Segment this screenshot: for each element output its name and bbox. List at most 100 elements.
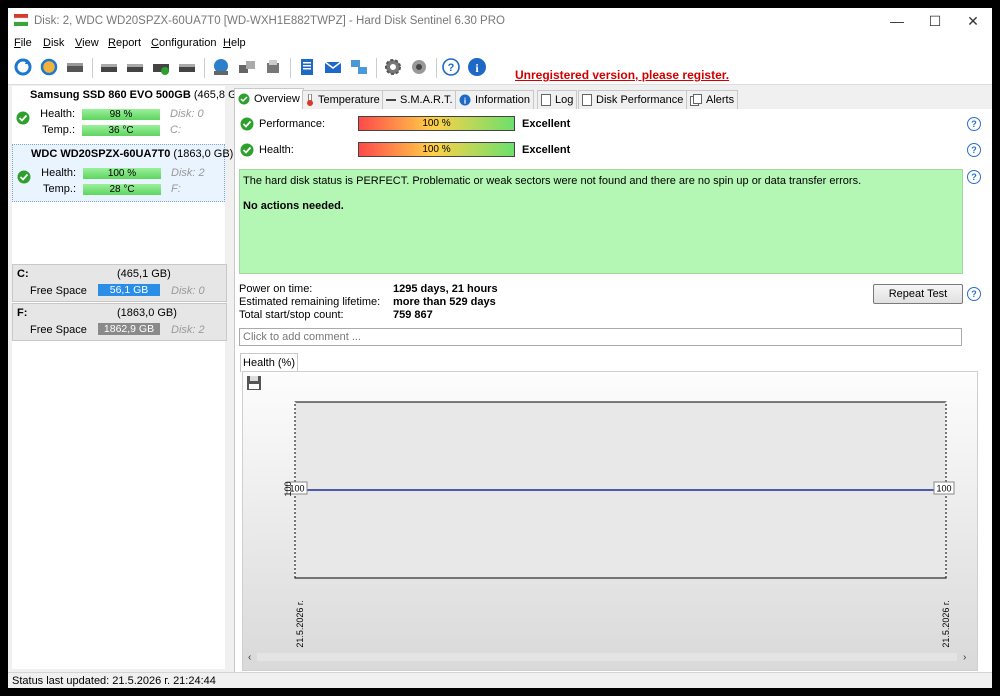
y-tick-label: 100 xyxy=(283,481,293,496)
tab-overview[interactable]: Overview xyxy=(234,88,304,109)
temp-row: Temp.: 36 °C C: xyxy=(12,124,225,138)
disk-item[interactable]: Samsung SSD 860 EVO 500GB (465,8 GB) Hea… xyxy=(12,86,248,144)
free-space-label: Free Space xyxy=(30,285,87,297)
help-icon[interactable]: ? xyxy=(967,170,981,184)
disk-number: Disk: 0 xyxy=(171,285,205,297)
health-bar: 100 % xyxy=(358,142,515,157)
actions-text: No actions needed. xyxy=(243,200,344,212)
dash-icon xyxy=(386,99,396,101)
tab-temperature[interactable]: Temperature xyxy=(302,90,384,109)
tab-label: Overview xyxy=(254,93,300,105)
startstop-label: Total start/stop count: xyxy=(239,309,344,321)
tab-health-chart[interactable]: Health (%) xyxy=(240,353,298,372)
menu-view[interactable]: View xyxy=(75,37,99,49)
disk-number: Disk: 2 xyxy=(171,324,205,336)
status-text: Status last updated: 21.5.2026 г. 21:24:… xyxy=(12,675,216,687)
power-on-label: Power on time: xyxy=(239,283,313,295)
tab-smart[interactable]: S.M.A.R.T. xyxy=(382,90,457,109)
tab-label: Log xyxy=(555,94,574,106)
alerts-icon xyxy=(690,94,702,106)
export-icon[interactable] xyxy=(262,56,284,78)
temp-label: Temp.: xyxy=(41,124,75,136)
disk-ok-icon[interactable] xyxy=(150,56,172,78)
mail-icon[interactable] xyxy=(322,56,344,78)
toolbar: ? i Unregistered version, please registe… xyxy=(8,52,992,85)
tab-alerts[interactable]: Alerts xyxy=(686,90,739,109)
scroll-left-icon[interactable]: ‹ xyxy=(248,652,251,663)
network-icon[interactable] xyxy=(348,56,370,78)
disk-warning-icon[interactable] xyxy=(98,56,120,78)
health-bar: 100 % xyxy=(83,168,161,179)
disk-list-panel: Samsung SSD 860 EVO 500GB (465,8 GB) Hea… xyxy=(12,86,248,669)
volume-item[interactable]: C: (465,1 GB) Free Space 56,1 GB Disk: 0 xyxy=(12,264,227,302)
help-icon[interactable]: ? xyxy=(440,56,462,78)
refresh-all-icon[interactable] xyxy=(38,56,60,78)
clipboard-icon[interactable] xyxy=(296,56,318,78)
settings-icon[interactable] xyxy=(382,56,404,78)
x-tick-label: 21.5.2026 г. xyxy=(941,600,951,647)
status-ok-icon xyxy=(240,143,254,157)
sound-icon[interactable] xyxy=(408,56,430,78)
tab-label: S.M.A.R.T. xyxy=(400,94,453,106)
disk-size: (1863,0 GB) xyxy=(173,148,234,160)
globe-icon[interactable] xyxy=(210,56,232,78)
disk-name: Samsung SSD 860 EVO 500GB (465,8 GB) xyxy=(30,89,248,101)
lifetime-label: Estimated remaining lifetime: xyxy=(239,296,381,308)
disk-number: Disk: 2 xyxy=(171,167,205,179)
health-bar: 98 % xyxy=(82,109,160,120)
chart-area: 100 100 100 21.5.2026 г. 21.5.2026 г. ‹ … xyxy=(242,371,978,671)
free-space-bar: 56,1 GB xyxy=(98,284,160,296)
health-row: Health: 100 % Disk: 2 xyxy=(13,167,226,181)
disk-search-icon[interactable] xyxy=(176,56,198,78)
volume-letter: C: xyxy=(17,268,29,280)
tab-log[interactable]: Log xyxy=(537,90,578,109)
disk-number: Disk: 0 xyxy=(170,108,204,120)
comment-field[interactable]: Click to add comment ... xyxy=(239,328,962,346)
menu-bar: File Disk View Report Configuration Help xyxy=(8,34,992,52)
volume-item[interactable]: F: (1863,0 GB) Free Space 1862,9 GB Disk… xyxy=(12,303,227,341)
health-label: Health: xyxy=(259,144,294,156)
disk-icon[interactable] xyxy=(64,56,86,78)
menu-disk[interactable]: Disk xyxy=(43,37,64,49)
menu-help[interactable]: Help xyxy=(223,37,246,49)
health-rating: Excellent xyxy=(522,144,571,156)
tab-information[interactable]: i Information xyxy=(455,90,535,109)
help-icon[interactable]: ? xyxy=(967,117,981,131)
help-icon[interactable]: ? xyxy=(967,143,981,157)
toolbar-separator xyxy=(376,58,377,78)
menu-report[interactable]: Report xyxy=(108,37,141,49)
startstop-value: 759 867 xyxy=(393,309,433,321)
free-space-label: Free Space xyxy=(30,324,87,336)
tab-label: Temperature xyxy=(318,94,380,106)
menu-configuration[interactable]: Configuration xyxy=(151,37,216,49)
transfer-icon[interactable] xyxy=(236,56,258,78)
info-icon[interactable]: i xyxy=(466,56,488,78)
repeat-test-button[interactable]: Repeat Test xyxy=(873,284,963,304)
disk-item-selected[interactable]: WDC WD20SPZX-60UA7T0 (1863,0 GB) Health:… xyxy=(12,144,233,202)
scroll-right-icon[interactable]: › xyxy=(963,652,966,663)
drive-letter: C: xyxy=(170,124,181,136)
health-label: Health: xyxy=(41,167,76,179)
menu-file[interactable]: File xyxy=(14,37,32,49)
maximize-button[interactable]: ☐ xyxy=(916,8,954,34)
minimize-button[interactable]: — xyxy=(878,8,916,34)
temp-bar: 28 °C xyxy=(83,184,161,195)
document-icon xyxy=(582,94,592,106)
svg-text:?: ? xyxy=(448,62,455,74)
x-tick-label: 21.5.2026 г. xyxy=(295,600,305,647)
health-chart: 100 100 100 21.5.2026 г. 21.5.2026 г. ‹ … xyxy=(248,401,966,663)
health-row: Health: 98 % Disk: 0 xyxy=(12,108,225,122)
close-button[interactable]: ✕ xyxy=(954,8,992,34)
help-icon[interactable]: ? xyxy=(967,287,981,301)
horizontal-scrollbar[interactable] xyxy=(257,653,957,661)
register-link[interactable]: Unregistered version, please register. xyxy=(515,68,729,82)
app-logo-icon xyxy=(14,14,28,26)
disk-edit-icon[interactable] xyxy=(124,56,146,78)
refresh-icon[interactable] xyxy=(12,56,34,78)
power-on-value: 1295 days, 21 hours xyxy=(393,283,498,295)
toolbar-separator xyxy=(204,58,205,78)
status-ok-icon xyxy=(240,117,254,131)
tab-disk-performance[interactable]: Disk Performance xyxy=(578,90,688,109)
toolbar-separator xyxy=(436,58,437,78)
data-label-text: 100 xyxy=(936,484,951,494)
